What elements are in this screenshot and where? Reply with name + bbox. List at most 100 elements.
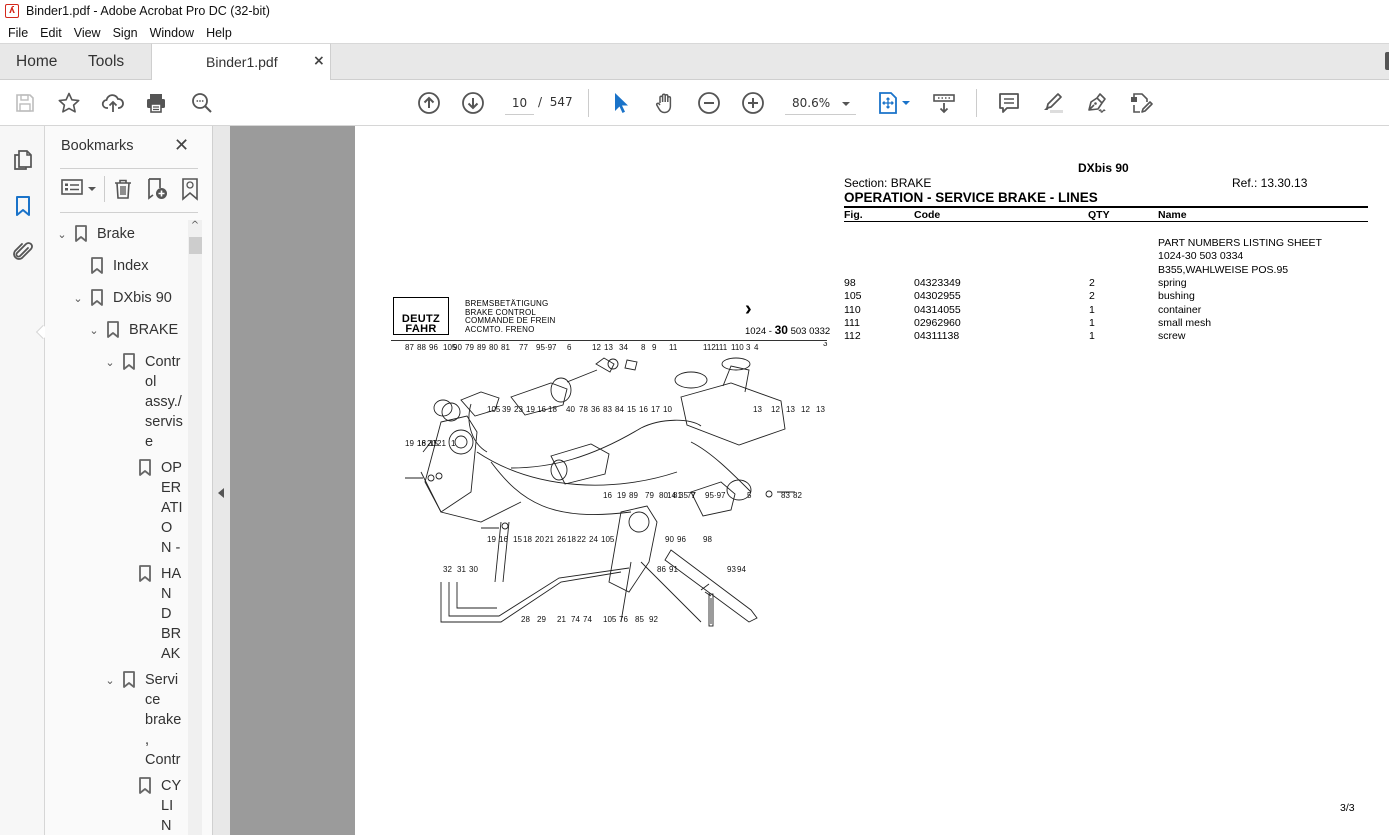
callout-label: 15 <box>429 439 438 448</box>
window-title: Binder1.pdf - Adobe Acrobat Pro DC (32-b… <box>26 4 270 18</box>
fit-page-dropdown-icon[interactable] <box>902 101 910 105</box>
callout-label: 98 <box>703 535 712 544</box>
bookmark-item-hand-brake[interactable]: HA N D BR AK <box>139 564 181 664</box>
column-header-fig: Fig. <box>844 209 863 221</box>
search-zoom-icon[interactable] <box>190 91 214 115</box>
cell-code: 04314055 <box>914 304 961 316</box>
menu-view[interactable]: View <box>68 26 107 40</box>
callout-label: 95·97 <box>705 491 726 500</box>
fit-page-icon[interactable] <box>876 91 900 115</box>
zoom-in-icon[interactable] <box>741 91 765 115</box>
zoom-out-icon[interactable] <box>697 91 721 115</box>
bookmarks-scrollbar[interactable]: ^ <box>188 220 202 835</box>
chevron-down-icon[interactable]: ⌄ <box>103 352 117 372</box>
menu-window[interactable]: Window <box>144 26 200 40</box>
upload-cloud-icon[interactable] <box>101 91 125 115</box>
bookmark-item-dxbis-90[interactable]: ⌄ DXbis 90 <box>71 288 172 308</box>
callout-label: 34 <box>619 343 628 352</box>
page-thumbnails-icon[interactable] <box>11 148 35 172</box>
bookmark-label: BRAKE <box>129 322 179 338</box>
callout-label: 3 <box>746 343 751 352</box>
heading-line: ACCMTO. FRENO <box>465 324 535 334</box>
bookmarks-icon[interactable] <box>11 194 35 218</box>
menu-edit[interactable]: Edit <box>34 26 68 40</box>
zoom-level-select[interactable]: 80.6% <box>785 93 856 115</box>
callout-label: 16 <box>499 535 508 544</box>
options-icon <box>61 178 83 200</box>
chevron-down-icon[interactable]: ⌄ <box>55 224 69 244</box>
close-tab-icon[interactable]: × <box>313 53 325 69</box>
panel-splitter[interactable] <box>212 126 230 835</box>
prev-page-icon[interactable] <box>417 91 441 115</box>
callout-label: 13 <box>753 405 762 414</box>
logo-line: FAHR <box>405 323 437 335</box>
callout-label: 12 <box>592 343 601 352</box>
chevron-down-icon[interactable]: ⌄ <box>87 320 101 340</box>
cell-fig: 112 <box>844 330 861 342</box>
bookmark-item-service-brake[interactable]: ⌄ Servi ce brake , Contr <box>103 670 181 770</box>
callout-label: 110 <box>731 343 744 352</box>
callout-label: 19 <box>405 439 414 448</box>
scroll-up-icon[interactable]: ^ <box>188 220 202 236</box>
collapse-panel-icon[interactable] <box>218 488 224 498</box>
callout-label: 16 <box>603 491 612 500</box>
next-page-icon[interactable] <box>461 91 485 115</box>
chevron-down-icon[interactable]: ⌄ <box>103 670 117 690</box>
callout-label: 96 <box>677 535 686 544</box>
callout-label: 93 <box>727 565 736 574</box>
callout-label: 24 <box>589 535 598 544</box>
cell-code: 04302955 <box>914 290 961 302</box>
column-header-name: Name <box>1158 209 1187 221</box>
tab-bar: Home Tools Binder1.pdf × <box>0 43 1389 81</box>
callout-label: 32 <box>443 565 452 574</box>
highlight-icon[interactable] <box>1041 91 1065 115</box>
add-bookmark-icon[interactable] <box>145 177 169 201</box>
options-button[interactable] <box>61 177 96 201</box>
save-icon[interactable] <box>13 91 37 115</box>
hand-icon[interactable] <box>653 91 677 115</box>
doc-title: OPERATION - SERVICE BRAKE - LINES <box>844 190 1098 205</box>
bookmark-item-operation[interactable]: OP ER ATI O N - <box>139 458 182 558</box>
menu-sign[interactable]: Sign <box>107 26 144 40</box>
callout-label: 15 <box>513 535 522 544</box>
bookmark-item-brake-section[interactable]: ⌄ BRAKE <box>87 320 178 340</box>
close-panel-icon[interactable]: ✕ <box>174 135 189 156</box>
bookmark-item-control-assy[interactable]: ⌄ Contr ol assy./ servis e <box>103 352 185 452</box>
divider <box>104 176 105 202</box>
attachments-icon[interactable] <box>11 240 35 264</box>
delete-bookmark-icon[interactable] <box>112 177 134 201</box>
bookmark-item-index[interactable]: Index <box>91 256 148 276</box>
scroll-mode-icon[interactable] <box>932 91 956 115</box>
callout-label: 12 <box>801 405 810 414</box>
scrollbar-thumb[interactable] <box>189 237 202 254</box>
tab-home[interactable]: Home <box>16 53 57 71</box>
callout-label: 91 <box>669 565 678 574</box>
bookmark-item-cylinder[interactable]: CY LI N <box>139 776 181 835</box>
callout-label: 89 <box>629 491 638 500</box>
tab-tools[interactable]: Tools <box>88 53 124 71</box>
callout-label: 21 <box>437 439 446 448</box>
document-viewport[interactable]: DXbis 90 Section: BRAKE Ref.: 13.30.13 O… <box>230 126 1389 835</box>
sign-icon[interactable] <box>1085 91 1109 115</box>
cell-code: 04323349 <box>914 277 961 289</box>
comment-icon[interactable] <box>997 91 1021 115</box>
callout-label: 16 <box>537 405 546 414</box>
callout-label: 78 <box>579 405 588 414</box>
callout-label: 19 <box>617 491 626 500</box>
bookmark-label: Contr ol assy./ servis e <box>145 354 183 450</box>
tagged-bookmark-icon[interactable] <box>182 177 198 201</box>
chevron-down-icon[interactable]: ⌄ <box>71 288 85 308</box>
account-edge[interactable] <box>1385 52 1389 70</box>
menu-help[interactable]: Help <box>200 26 238 40</box>
tab-document[interactable]: Binder1.pdf × <box>151 43 331 81</box>
bookmark-item-brake[interactable]: ⌄ Brake <box>55 224 135 244</box>
select-cursor-icon[interactable] <box>609 91 633 115</box>
bookmark-star-icon[interactable] <box>57 91 81 115</box>
page-number-input[interactable]: 10 <box>505 93 534 115</box>
print-icon[interactable] <box>144 91 168 115</box>
edit-pdf-icon[interactable] <box>1129 91 1153 115</box>
menu-file[interactable]: File <box>2 26 34 40</box>
rule <box>391 340 827 341</box>
callout-label: 83 <box>781 491 790 500</box>
callout-label: 105 <box>603 615 617 624</box>
